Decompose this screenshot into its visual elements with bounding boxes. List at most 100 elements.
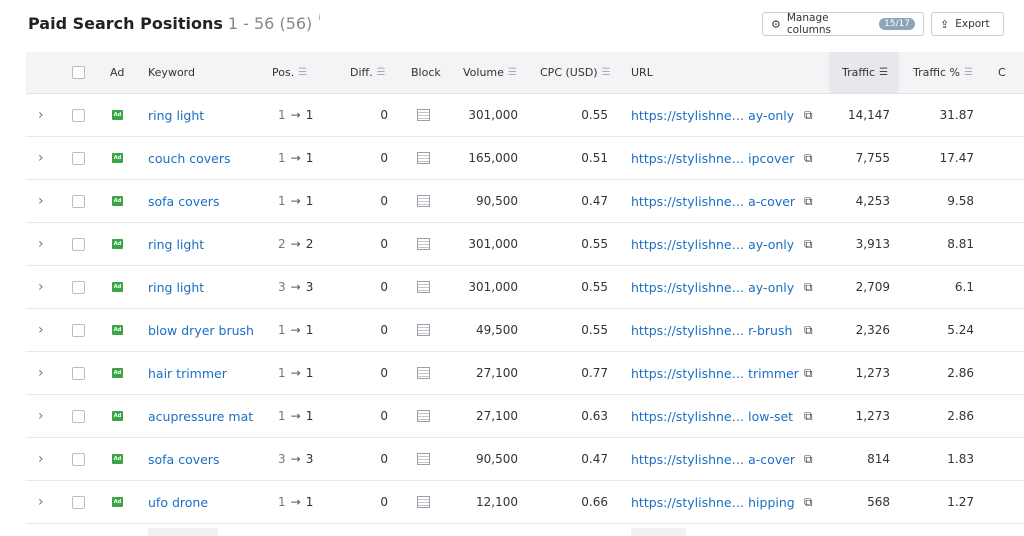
block-icon[interactable] <box>417 137 430 179</box>
url-link[interactable]: https://stylishne… a-cover <box>631 438 795 480</box>
keyword-link[interactable]: ring light <box>148 266 204 308</box>
info-icon[interactable]: i <box>318 13 320 22</box>
external-link-icon[interactable]: ⧉ <box>804 309 813 351</box>
select-all-checkbox[interactable] <box>72 52 86 93</box>
ad-icon: Ad <box>112 411 123 421</box>
row-checkbox[interactable] <box>72 481 85 523</box>
external-link-icon[interactable]: ⧉ <box>804 266 813 308</box>
table-row[interactable]: › Ad sofa covers 1 → 1 0 90,500 0.47 https… <box>26 180 1024 223</box>
block-icon[interactable] <box>417 438 430 480</box>
row-checkbox[interactable] <box>72 94 85 136</box>
row-checkbox[interactable] <box>72 137 85 179</box>
keyword-link[interactable]: ring light <box>148 223 204 265</box>
column-header-traffic-pct[interactable]: Traffic % ☰ <box>913 52 973 93</box>
keyword-link[interactable]: sofa covers <box>148 180 219 222</box>
sort-icon: ☰ <box>964 67 973 78</box>
keyword-link[interactable]: couch covers <box>148 137 230 179</box>
ad-icon-cell: Ad <box>112 481 123 523</box>
current-position: 2 <box>305 237 314 251</box>
block-icon[interactable] <box>417 223 430 265</box>
expand-row-button[interactable]: › <box>38 309 44 351</box>
ad-icon: Ad <box>112 239 123 249</box>
expand-row-button[interactable]: › <box>38 438 44 480</box>
block-icon[interactable] <box>417 395 430 437</box>
external-link-icon[interactable]: ⧉ <box>804 352 813 394</box>
block-icon[interactable] <box>417 266 430 308</box>
column-header-pos[interactable]: Pos. ☰ <box>272 52 307 93</box>
url-link[interactable]: https://stylishne… trimmer <box>631 352 799 394</box>
volume-value: 49,500 <box>476 323 518 337</box>
external-link-icon[interactable]: ⧉ <box>804 94 813 136</box>
column-header-next[interactable]: C <box>998 52 1006 93</box>
table-row[interactable]: › Ad ring light 2 → 2 0 301,000 0.55 https… <box>26 223 1024 266</box>
row-checkbox[interactable] <box>72 266 85 308</box>
external-link-icon[interactable]: ⧉ <box>804 481 813 523</box>
column-header-cpc[interactable]: CPC (USD) ☰ <box>540 52 611 93</box>
table-row[interactable]: › Ad sofa covers 3 → 3 0 90,500 0.47 https… <box>26 438 1024 481</box>
row-checkbox[interactable] <box>72 438 85 480</box>
table-row[interactable]: › Ad blow dryer brush 1 → 1 0 49,500 0.55 … <box>26 309 1024 352</box>
table-row[interactable]: › Ad ring light 1 → 1 0 301,000 0.55 https… <box>26 94 1024 137</box>
block-icon[interactable] <box>417 94 430 136</box>
manage-columns-button[interactable]: ⚙ Manage columns 15/17 <box>762 12 924 36</box>
external-link-icon[interactable]: ⧉ <box>804 137 813 179</box>
external-link-icon[interactable]: ⧉ <box>804 395 813 437</box>
column-header-traffic[interactable]: Traffic ☰ <box>842 52 888 93</box>
block-icon[interactable] <box>417 481 430 523</box>
url-start: https://stylishne… <box>631 279 745 295</box>
expand-row-button[interactable]: › <box>38 223 44 265</box>
row-checkbox[interactable] <box>72 309 85 351</box>
row-checkbox[interactable] <box>72 395 85 437</box>
block-icon[interactable] <box>417 352 430 394</box>
result-range: 1 - 56 (56) <box>227 13 313 33</box>
column-header-url[interactable]: URL <box>631 52 653 93</box>
current-position: 1 <box>305 366 314 380</box>
expand-row-button[interactable]: › <box>38 266 44 308</box>
url-link[interactable]: https://stylishne… ipcover <box>631 137 794 179</box>
expand-row-button[interactable]: › <box>38 137 44 179</box>
column-header-ad[interactable]: Ad <box>110 52 124 93</box>
positions-table: Ad Keyword Pos. ☰ Diff. ☰ Block Volume ☰ CP… <box>26 52 1024 524</box>
ad-icon: Ad <box>112 325 123 335</box>
table-row[interactable]: › Ad acupressure mat 1 → 1 0 27,100 0.63 h… <box>26 395 1024 438</box>
column-header-volume[interactable]: Volume ☰ <box>463 52 517 93</box>
row-checkbox[interactable] <box>72 223 85 265</box>
keyword-link[interactable]: sofa covers <box>148 438 219 480</box>
column-header-block[interactable]: Block <box>411 52 441 93</box>
expand-row-button[interactable]: › <box>38 352 44 394</box>
table-row[interactable]: › Ad ring light 3 → 3 0 301,000 0.55 https… <box>26 266 1024 309</box>
block-icon[interactable] <box>417 180 430 222</box>
url-link[interactable]: https://stylishne… ay-only <box>631 223 794 265</box>
keyword-link[interactable]: ring light <box>148 94 204 136</box>
url-link[interactable]: https://stylishne… ay-only <box>631 94 794 136</box>
url-link[interactable]: https://stylishne… hipping <box>631 481 795 523</box>
url-link[interactable]: https://stylishne… ay-only <box>631 266 794 308</box>
table-row[interactable]: › Ad couch covers 1 → 1 0 165,000 0.51 htt… <box>26 137 1024 180</box>
url-link[interactable]: https://stylishne… low-set <box>631 395 793 437</box>
url-end: r-brush <box>748 322 793 338</box>
keyword-link[interactable]: hair trimmer <box>148 352 227 394</box>
block-icon[interactable] <box>417 309 430 351</box>
position-cell: 1 → 1 <box>278 366 314 380</box>
expand-row-button[interactable]: › <box>38 395 44 437</box>
column-header-diff[interactable]: Diff. ☰ <box>350 52 386 93</box>
url-link[interactable]: https://stylishne… r-brush <box>631 309 792 351</box>
expand-row-button[interactable]: › <box>38 94 44 136</box>
keyword-link[interactable]: ufo drone <box>148 481 208 523</box>
keyword-link[interactable]: acupressure mat <box>148 395 253 437</box>
row-checkbox[interactable] <box>72 180 85 222</box>
row-checkbox[interactable] <box>72 352 85 394</box>
url-link[interactable]: https://stylishne… a-cover <box>631 180 795 222</box>
table-row[interactable]: › Ad hair trimmer 1 → 1 0 27,100 0.77 http… <box>26 352 1024 395</box>
external-link-icon[interactable]: ⧉ <box>804 223 813 265</box>
difficulty-value: 0 <box>380 151 388 165</box>
external-link-icon[interactable]: ⧉ <box>804 438 813 480</box>
external-link-icon[interactable]: ⧉ <box>804 180 813 222</box>
keyword-link[interactable]: blow dryer brush <box>148 309 254 351</box>
table-row[interactable]: › Ad ufo drone 1 → 1 0 12,100 0.66 https:/… <box>26 481 1024 524</box>
expand-row-button[interactable]: › <box>38 180 44 222</box>
export-button[interactable]: ⇪ Export <box>931 12 1004 36</box>
column-header-keyword[interactable]: Keyword <box>148 52 195 93</box>
expand-row-button[interactable]: › <box>38 481 44 523</box>
traffic-pct-value: 1.83 <box>947 452 974 466</box>
